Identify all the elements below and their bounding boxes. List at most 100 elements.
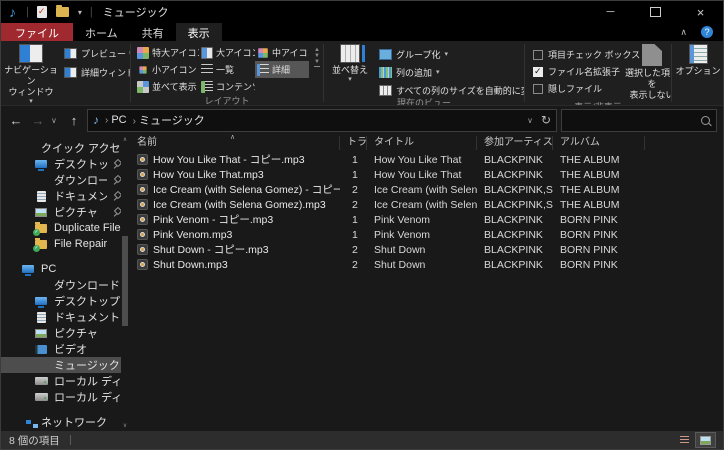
file-row[interactable]: How You Like That.mp3 1 How You Like Tha… [130,167,723,182]
sidebar-item[interactable]: PC [1,261,121,277]
checkbox-icon[interactable] [533,49,543,60]
file-name-cell[interactable]: Pink Venom.mp3 [130,229,340,241]
maximize-button[interactable] [633,1,678,23]
layout-option[interactable]: コンテンツ [199,78,255,95]
file-name-cell[interactable]: How You Like That.mp3 [130,169,340,181]
collapse-ribbon-icon[interactable]: ∧ [680,27,687,38]
chevron-right-icon[interactable]: › [102,115,111,126]
layout-option[interactable]: 中アイコン [255,44,309,61]
file-name-cell[interactable]: Shut Down - コピー.mp3 [130,242,340,257]
ribbon-tab[interactable]: 表示 [175,23,222,41]
file-artist-cell: BLACKPINK [484,228,543,241]
ribbon-checkbox[interactable]: ファイル名拡張子 [533,65,625,78]
sidebar-item[interactable]: ビデオ [1,341,121,357]
properties-icon[interactable] [36,6,47,18]
sidebar-item[interactable]: ローカル ディスク (C:) [1,373,121,389]
checkbox-icon[interactable] [533,83,543,94]
ribbon-checkbox[interactable]: 隠しファイル [533,82,625,95]
search-input[interactable] [568,113,701,127]
new-folder-icon[interactable] [55,5,69,17]
sidebar-item[interactable]: ダウンロード [1,277,121,293]
gallery-more-icon[interactable]: ▼ [314,59,320,67]
navigation-pane-button[interactable]: ナビゲーション ウィンドウ ▾ [1,41,61,105]
file-row[interactable]: Shut Down.mp3 2 Shut Down BLACKPINK BORN… [130,257,723,272]
current-view-buttons: グループ化 ▾ 列の追加 ▾ すべての列のサイズを自動的に変更する [376,41,524,97]
ribbon-tab[interactable]: ホーム [73,23,130,41]
help-icon[interactable]: ? [701,26,713,38]
column-header-title[interactable]: タイトル [367,136,477,150]
file-album-cell: BORN PINK [560,243,618,256]
column-header-album[interactable]: アルバム [553,136,645,150]
current-view-button[interactable]: グループ化 ▾ [376,47,524,61]
breadcrumb-segment[interactable]: › PC [102,114,127,126]
layout-option[interactable]: 大アイコン [199,44,255,61]
layout-option[interactable]: 特大アイコン [135,44,199,61]
ribbon-tab[interactable]: 共有 [130,23,176,41]
pane-toggle-button[interactable]: プレビュー ウィンドウ [61,46,130,60]
ribbon-tab[interactable]: ファイル [1,23,73,41]
scroll-up-icon[interactable]: ∧ [123,136,127,143]
search-icon[interactable] [701,115,710,125]
file-row[interactable]: Shut Down - コピー.mp3 2 Shut Down BLACKPIN… [130,242,723,257]
sidebar-item[interactable]: ドキュメント [1,188,121,204]
file-row[interactable]: Pink Venom - コピー.mp3 1 Pink Venom BLACKP… [130,212,723,227]
close-button[interactable]: × [678,1,723,23]
file-row[interactable]: Pink Venom.mp3 1 Pink Venom BLACKPINK BO… [130,227,723,242]
layout-option[interactable]: 詳細 [255,61,309,78]
column-header-empty[interactable] [645,136,723,150]
sidebar-item[interactable]: ドキュメント [1,309,121,325]
sidebar-scrollbar[interactable]: ∧ ∨ [121,136,129,429]
sidebar-item[interactable]: ネットワーク [1,414,121,430]
recent-dropdown-icon[interactable]: ∨ [51,116,61,125]
sidebar-item[interactable]: ピクチャ [1,325,121,341]
sidebar-item[interactable]: ミュージック [1,357,121,373]
refresh-icon[interactable]: ↻ [541,113,551,127]
chevron-right-icon[interactable]: › [130,116,139,127]
forward-icon[interactable]: → [29,113,47,128]
sidebar-item[interactable]: BACKING [1,430,121,431]
breadcrumb[interactable]: ♪ › PC › ミュージック ∨ ↻ [87,108,557,132]
file-name-cell[interactable]: Ice Cream (with Selena Gomez) - コピー.mp3 [130,182,340,197]
sidebar-item[interactable]: デスクトップ [1,156,121,172]
sidebar-item[interactable]: File Repair [1,236,121,252]
file-row[interactable]: Ice Cream (with Selena Gomez) - コピー.mp3 … [130,182,723,197]
file-row[interactable]: How You Like That - コピー.mp3 1 How You Li… [130,152,723,167]
scrollbar-thumb[interactable] [122,236,128,326]
file-row[interactable]: Ice Cream (with Selena Gomez).mp3 2 Ice … [130,197,723,212]
up-icon[interactable]: ↑ [65,113,83,128]
current-view-button[interactable]: すべての列のサイズを自動的に変更する [376,83,524,97]
sidebar-item[interactable]: ダウンロード [1,172,121,188]
qat-dropdown-icon[interactable]: ▾ [78,8,82,17]
column-header-artist[interactable]: 参加アーティスト [477,136,553,150]
sidebar-item[interactable]: Duplicate File Deleter [1,220,121,236]
pane-toggle-button[interactable]: 詳細ウィンドウ [61,65,130,79]
layout-option[interactable]: 並べて表示 [135,78,199,95]
sidebar-item[interactable]: デスクトップ [1,293,121,309]
scroll-down-icon[interactable]: ∨ [123,422,127,429]
file-name-cell[interactable]: Shut Down.mp3 [130,259,340,271]
chevron-down-icon[interactable]: ∨ [527,116,533,125]
options-button[interactable]: オプション [673,41,723,77]
sort-by-button[interactable]: 並べ替え ▾ [324,41,376,84]
layout-option[interactable]: 小アイコン [135,61,199,78]
sidebar-item[interactable]: クイック アクセス [1,140,121,156]
thumbnail-view-button[interactable] [695,432,716,448]
file-name-cell[interactable]: How You Like That - コピー.mp3 [130,152,340,167]
breadcrumb-segment[interactable]: › ミュージック [130,112,205,128]
search-box[interactable] [561,108,717,132]
sidebar-item[interactable]: ローカル ディスク (D:) [1,389,121,405]
hide-selected-button[interactable]: 選択した項目を 表示しない [625,41,671,101]
gallery-scroll[interactable]: ▲ ▼ ▼ [311,41,323,71]
layout-option[interactable]: 一覧 [199,61,255,78]
ribbon-checkbox[interactable]: 項目チェック ボックス [533,48,640,61]
details-view-button[interactable] [675,433,694,447]
current-view-icon [379,66,392,78]
file-name-cell[interactable]: Pink Venom - コピー.mp3 [130,212,340,227]
back-icon[interactable]: ← [7,113,25,128]
current-view-button[interactable]: 列の追加 ▾ [376,65,524,79]
sidebar-item[interactable]: ピクチャ [1,204,121,220]
checkbox-icon[interactable] [533,66,543,77]
column-header-track[interactable]: トラ... [340,136,367,150]
minimize-button[interactable]: ─ [588,1,633,23]
file-name-cell[interactable]: Ice Cream (with Selena Gomez).mp3 [130,199,340,211]
